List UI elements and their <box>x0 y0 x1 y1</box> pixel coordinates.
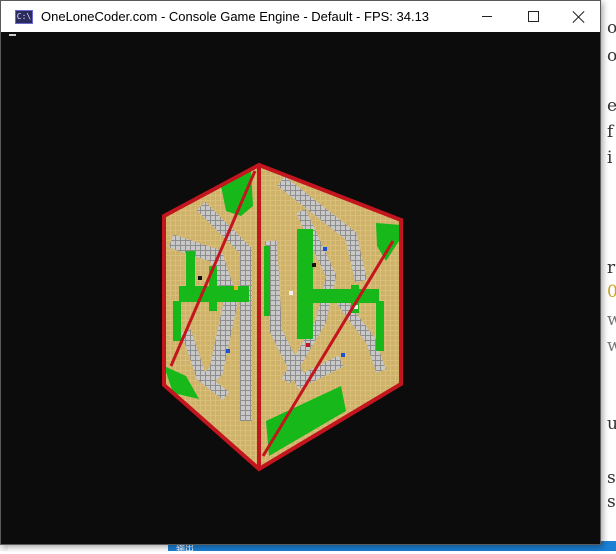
window-title: OneLoneCoder.com - Console Game Engine -… <box>41 9 430 24</box>
editor-letter: s <box>607 492 616 512</box>
minimize-icon <box>482 16 492 17</box>
grass-patch <box>264 246 270 316</box>
console-app-icon: C:\ <box>15 9 33 24</box>
close-icon <box>573 11 585 23</box>
minimize-button[interactable] <box>464 1 510 32</box>
marker-dot <box>306 343 310 347</box>
editor-letter: u <box>607 414 616 434</box>
grass-patch <box>173 301 181 341</box>
marker-dot <box>289 291 293 295</box>
title-bar[interactable]: C:\ OneLoneCoder.com - Console Game Engi… <box>1 1 600 32</box>
editor-letter: w <box>607 310 616 330</box>
grass-patch <box>376 301 384 351</box>
maximize-button[interactable] <box>510 1 556 32</box>
maximize-icon <box>527 11 539 22</box>
grass-patch <box>186 251 195 296</box>
marker-dot <box>341 353 345 357</box>
marker-dot <box>312 263 316 267</box>
console-window[interactable]: C:\ OneLoneCoder.com - Console Game Engi… <box>0 0 601 545</box>
editor-letter: i <box>607 148 613 168</box>
console-area[interactable] <box>1 32 600 544</box>
marker-dot <box>234 286 238 290</box>
marker-dot <box>323 247 327 251</box>
game-viewport <box>162 162 403 472</box>
editor-letter: r <box>607 258 616 278</box>
editor-letter: o <box>607 18 616 38</box>
background-editor-strip: o o e f i r 0 w w u s s <box>600 0 616 551</box>
grass-patch <box>301 289 379 303</box>
editor-letter: f <box>607 122 614 142</box>
editor-letter: o <box>607 46 616 66</box>
marker-dot <box>226 349 230 353</box>
editor-letter: s <box>607 468 616 488</box>
editor-letter: w <box>607 336 616 356</box>
editor-letter: e <box>607 96 616 116</box>
close-button[interactable] <box>556 1 602 32</box>
grass-patch <box>297 229 313 339</box>
marker-dot <box>198 276 202 280</box>
editor-letter: 0 <box>607 282 616 302</box>
